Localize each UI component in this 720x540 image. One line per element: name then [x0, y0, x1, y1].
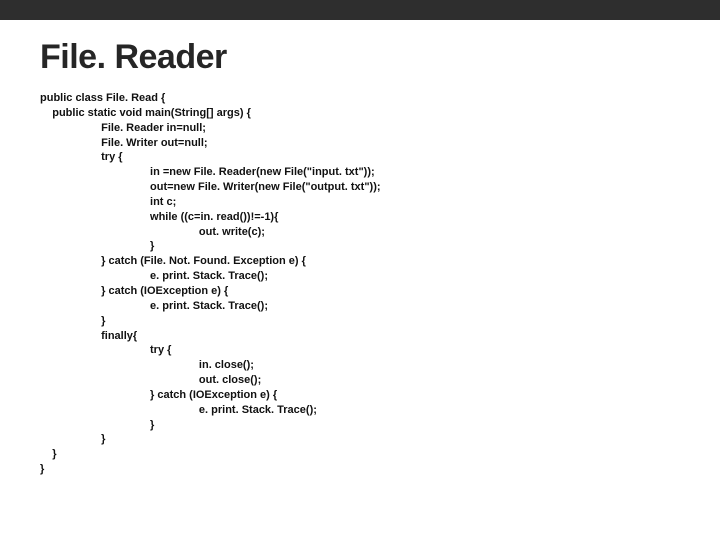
code-block: public class File. Read { public static …: [40, 91, 680, 477]
slide-title: File. Reader: [40, 38, 680, 77]
slide-body: File. Reader public class File. Read { p…: [0, 20, 720, 487]
top-bar: [0, 0, 720, 20]
